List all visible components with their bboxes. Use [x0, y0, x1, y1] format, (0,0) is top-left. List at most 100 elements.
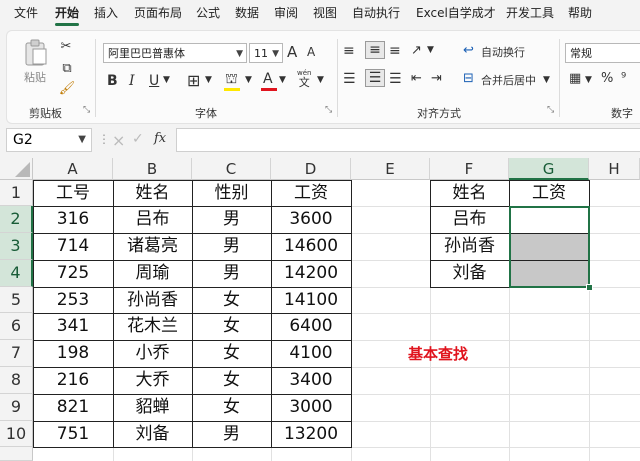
table-cell[interactable]: 刘备 — [113, 421, 192, 447]
table-cell[interactable]: 4100 — [271, 340, 351, 367]
format-painter-icon[interactable]: 🖌 — [57, 81, 77, 96]
row-header-7[interactable]: 7 — [0, 340, 33, 367]
table-cell[interactable]: 女 — [192, 313, 271, 340]
cut-icon[interactable]: ✂ — [59, 39, 73, 54]
menu-automate[interactable]: 自动执行 — [352, 0, 400, 28]
table-cell[interactable]: 3000 — [271, 394, 351, 421]
chevron-down-icon[interactable]: ▼ — [317, 75, 324, 85]
chevron-down-icon[interactable]: ▼ — [163, 75, 170, 85]
merge-center-icon[interactable]: ⊟ — [463, 71, 474, 86]
fill-handle[interactable] — [586, 284, 593, 291]
underline-button[interactable]: U — [149, 73, 159, 89]
column-header-a[interactable]: A — [33, 158, 113, 180]
clipboard-launcher-icon[interactable]: ⤡ — [83, 105, 90, 115]
menu-help[interactable]: 帮助 — [568, 0, 592, 28]
table-cell[interactable]: 6400 — [271, 313, 351, 340]
column-header-e[interactable]: E — [351, 158, 430, 180]
table-cell[interactable]: 女 — [192, 287, 271, 313]
table-cell[interactable]: 821 — [33, 394, 113, 421]
menu-excel-self-study[interactable]: Excel自学成才 — [416, 0, 496, 28]
insert-function-icon[interactable]: fx — [154, 131, 166, 146]
paste-label[interactable]: 粘贴 — [17, 69, 53, 85]
table-cell[interactable]: 男 — [192, 206, 271, 233]
merge-center-label[interactable]: 合并后居中 — [481, 72, 536, 88]
lookup-header-salary[interactable]: 工资 — [509, 180, 589, 206]
decrease-indent-icon[interactable]: ⇤ — [411, 71, 422, 86]
table-cell[interactable]: 253 — [33, 287, 113, 313]
menu-view[interactable]: 视图 — [313, 0, 337, 28]
paste-icon[interactable] — [21, 39, 51, 67]
row-header-1[interactable]: 1 — [0, 180, 33, 206]
percent-style-icon[interactable]: % — [601, 71, 613, 86]
table-cell[interactable]: 198 — [33, 340, 113, 367]
table-cell[interactable]: 714 — [33, 233, 113, 260]
table-cell[interactable]: 725 — [33, 260, 113, 287]
row-header-2[interactable]: 2 — [0, 206, 33, 233]
row-header-5[interactable]: 5 — [0, 287, 33, 313]
column-header-g[interactable]: G — [509, 158, 589, 180]
align-middle-icon[interactable]: ≡ — [365, 41, 385, 59]
row-header-4[interactable]: 4 — [0, 260, 33, 287]
row-header-11[interactable] — [0, 447, 33, 461]
spreadsheet-grid[interactable]: A B C D E F G H 1 2 3 4 5 6 7 8 9 10 工号 … — [0, 158, 640, 461]
row-header-10[interactable]: 10 — [0, 421, 33, 447]
menu-formulas[interactable]: 公式 — [196, 0, 220, 28]
menu-developer[interactable]: 开发工具 — [506, 0, 554, 28]
table-cell[interactable]: 吕布 — [113, 206, 192, 233]
header-cell-salary[interactable]: 工资 — [271, 180, 351, 206]
accounting-format-icon[interactable]: ▦ — [569, 71, 581, 86]
italic-button[interactable]: I — [129, 73, 135, 89]
confirm-icon[interactable]: ✓ — [132, 131, 144, 147]
table-cell[interactable]: 男 — [192, 260, 271, 287]
cell-selection[interactable] — [509, 206, 590, 288]
table-cell[interactable]: 周瑜 — [113, 260, 192, 287]
table-cell[interactable]: 大乔 — [113, 367, 192, 394]
chevron-down-icon[interactable]: ▼ — [205, 75, 212, 85]
header-cell-name[interactable]: 姓名 — [113, 180, 192, 206]
comma-style-icon[interactable]: ⁹ — [621, 71, 626, 86]
table-cell[interactable]: 花木兰 — [113, 313, 192, 340]
formula-input[interactable] — [176, 128, 640, 152]
table-cell[interactable]: 341 — [33, 313, 113, 340]
column-header-b[interactable]: B — [113, 158, 192, 180]
column-header-c[interactable]: C — [192, 158, 271, 180]
table-cell[interactable]: 女 — [192, 394, 271, 421]
table-cell[interactable]: 3400 — [271, 367, 351, 394]
alignment-launcher-icon[interactable]: ⤡ — [547, 105, 554, 115]
font-launcher-icon[interactable]: ⤡ — [325, 105, 332, 115]
align-right-icon[interactable]: ☰ — [389, 71, 402, 87]
name-box[interactable]: G2 ▼ — [6, 128, 92, 152]
chevron-down-icon[interactable]: ▼ — [427, 45, 434, 55]
chevron-down-icon[interactable]: ▼ — [543, 75, 550, 85]
align-bottom-icon[interactable]: ≡ — [389, 43, 401, 59]
align-left-icon[interactable]: ☰ — [343, 71, 356, 87]
wrap-text-icon[interactable]: ↩ — [463, 43, 474, 58]
row-header-8[interactable]: 8 — [0, 367, 33, 394]
menu-insert[interactable]: 插入 — [94, 0, 118, 28]
lookup-name-cell[interactable]: 吕布 — [430, 206, 509, 233]
menu-home[interactable]: 开始 — [55, 0, 80, 28]
font-name-select[interactable]: 阿里巴巴普惠体 ▼ — [103, 43, 247, 63]
column-header-h[interactable]: H — [589, 158, 640, 180]
table-cell[interactable]: 3600 — [271, 206, 351, 233]
cancel-icon[interactable]: × — [112, 131, 125, 150]
table-cell[interactable]: 14600 — [271, 233, 351, 260]
column-header-f[interactable]: F — [430, 158, 509, 180]
phonetic-guide-icon[interactable]: wén 文 — [297, 69, 311, 89]
more-options-icon[interactable]: ⋮ — [98, 132, 110, 146]
number-format-select[interactable]: 常规 — [565, 43, 640, 63]
table-cell[interactable]: 男 — [192, 421, 271, 447]
row-header-9[interactable]: 9 — [0, 394, 33, 421]
select-all-corner[interactable] — [0, 158, 33, 180]
menu-file[interactable]: 文件 — [14, 0, 38, 28]
copy-icon[interactable]: ⧉ — [57, 61, 77, 76]
chevron-down-icon[interactable]: ▼ — [279, 75, 286, 85]
menu-page-layout[interactable]: 页面布局 — [134, 0, 182, 28]
table-cell[interactable]: 751 — [33, 421, 113, 447]
font-color-icon[interactable]: A — [263, 71, 273, 87]
header-cell-id[interactable]: 工号 — [33, 180, 113, 206]
table-cell[interactable]: 貂蝉 — [113, 394, 192, 421]
note-basic-lookup[interactable]: 基本查找 — [408, 343, 468, 364]
header-cell-gender[interactable]: 性别 — [192, 180, 271, 206]
table-cell[interactable]: 13200 — [271, 421, 351, 447]
